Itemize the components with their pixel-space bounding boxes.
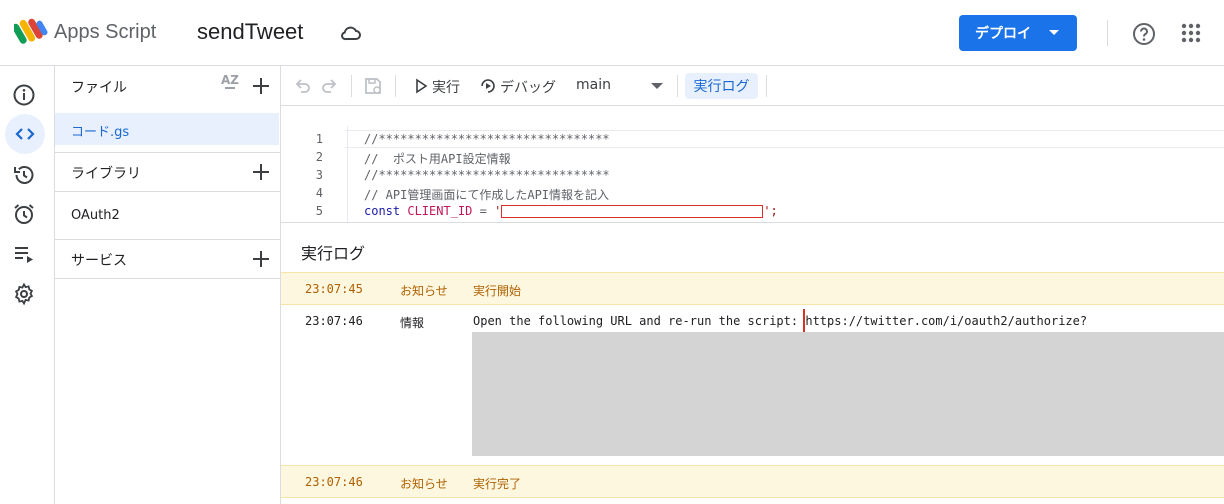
line-number: 4 — [315, 186, 323, 200]
add-service-icon[interactable] — [251, 249, 271, 269]
toolbar-divider — [766, 75, 767, 97]
text-cursor — [803, 309, 805, 333]
divider — [55, 278, 281, 279]
files-title: ファイル — [71, 80, 127, 96]
debug-icon[interactable] — [478, 76, 498, 96]
history-button[interactable] — [10, 161, 38, 189]
log-row: 23:07:45 お知らせ 実行開始 — [281, 272, 1224, 305]
alarm-icon — [14, 204, 34, 224]
log-message-url[interactable]: https://twitter.com/i/oauth2/authorize? — [805, 314, 1087, 328]
settings-icon — [14, 282, 34, 306]
run-icon[interactable] — [411, 76, 431, 96]
add-file-icon[interactable] — [251, 76, 271, 96]
chevron-down-icon[interactable] — [651, 83, 663, 89]
libraries-section-header: ライブラリ — [55, 152, 281, 192]
log-message: 実行開始 — [473, 284, 522, 298]
log-message: 実行完了 — [473, 477, 522, 491]
undo-icon[interactable] — [293, 76, 313, 96]
log-message[interactable]: Open the following URL and re-run the sc… — [473, 314, 1087, 328]
chevron-down-icon — [1049, 30, 1059, 35]
redacted-area — [472, 332, 1224, 456]
save-icon[interactable] — [363, 76, 383, 96]
log-message-text: Open the following URL and re-run the sc… — [473, 314, 806, 328]
line-number: 3 — [315, 168, 323, 182]
redo-icon[interactable] — [319, 76, 339, 96]
string-close: '; — [763, 204, 778, 218]
executions-button[interactable] — [10, 240, 38, 268]
files-panel: ファイル AZ コード.gs ライブラリ OAuth2 サービス — [55, 66, 281, 504]
code-line: //******************************** — [364, 168, 610, 182]
toolbar-divider — [395, 75, 396, 97]
code-line: // API管理画面にて作成したAPI情報を記入 — [364, 188, 610, 202]
toolbar-divider — [677, 75, 678, 97]
files-section-header: ファイル AZ — [55, 66, 281, 106]
libraries-title: ライブラリ — [71, 166, 141, 182]
file-name: コード.gs — [71, 125, 130, 140]
triggers-button[interactable] — [10, 200, 38, 228]
log-time: 23:07:46 — [305, 475, 363, 489]
log-level: お知らせ — [400, 477, 448, 491]
operator: = — [479, 204, 487, 218]
run-button[interactable]: 実行 — [432, 77, 460, 97]
deploy-label: デプロイ — [975, 25, 1031, 41]
sort-label: AZ — [221, 73, 239, 87]
library-item-oauth2[interactable]: OAuth2 — [71, 208, 120, 223]
log-level: 情報 — [400, 316, 425, 330]
divider — [55, 191, 281, 192]
log-row: 23:07:46 お知らせ 実行完了 — [281, 465, 1224, 498]
settings-button[interactable] — [10, 280, 38, 308]
deploy-button[interactable]: デプロイ — [959, 15, 1077, 51]
code-editor[interactable]: 1 //******************************** 2 /… — [281, 106, 1224, 222]
line-number: 1 — [315, 132, 323, 146]
help-icon[interactable] — [1131, 21, 1157, 47]
code-line: //******************************** — [364, 132, 610, 146]
constant-name: CLIENT_ID — [407, 204, 473, 218]
execution-log-button[interactable]: 実行ログ — [685, 73, 758, 99]
line-number: 2 — [315, 150, 323, 164]
editor-toolbar: 実行 デバッグ main 実行ログ — [281, 66, 1224, 106]
debug-button[interactable]: デバッグ — [500, 77, 556, 97]
brand-title: Apps Script — [54, 21, 157, 43]
line-number: 5 — [315, 204, 323, 218]
services-section-header: サービス — [55, 239, 281, 279]
log-panel-title: 実行ログ — [301, 244, 366, 263]
cloud-saved-icon — [341, 26, 361, 41]
keyword: const — [364, 204, 401, 218]
log-time: 23:07:45 — [305, 282, 363, 296]
apps-grid-icon[interactable] — [1181, 23, 1201, 43]
redacted-value — [501, 205, 764, 218]
log-time: 23:07:46 — [305, 314, 363, 328]
overview-button[interactable] — [10, 81, 38, 109]
header-divider — [1107, 20, 1108, 46]
project-name[interactable]: sendTweet — [197, 19, 303, 45]
code-line: // ポスト用API設定情報 — [364, 152, 511, 166]
history-icon — [14, 166, 34, 184]
left-rail — [0, 66, 55, 504]
function-select[interactable]: main — [576, 77, 611, 93]
apps-script-editor: Apps Script sendTweet デプロイ ファイル AZ コード.g… — [0, 0, 1224, 504]
info-icon — [13, 84, 35, 106]
string-open: ' — [494, 204, 502, 218]
executions-icon — [15, 247, 33, 263]
top-header: Apps Script sendTweet デプロイ — [0, 0, 1224, 66]
code-icon — [15, 128, 35, 140]
code-line: const CLIENT_ID = ' '; — [364, 204, 778, 218]
editor-button[interactable] — [5, 114, 45, 154]
services-title: サービス — [71, 253, 127, 269]
log-level: お知らせ — [400, 284, 448, 298]
apps-script-logo-icon[interactable] — [14, 17, 48, 47]
sort-az-icon[interactable]: AZ — [221, 73, 239, 89]
toolbar-divider — [351, 75, 352, 97]
execution-log-label: 実行ログ — [693, 79, 750, 95]
add-library-icon[interactable] — [251, 162, 271, 182]
file-item-code-gs[interactable]: コード.gs — [55, 113, 279, 145]
